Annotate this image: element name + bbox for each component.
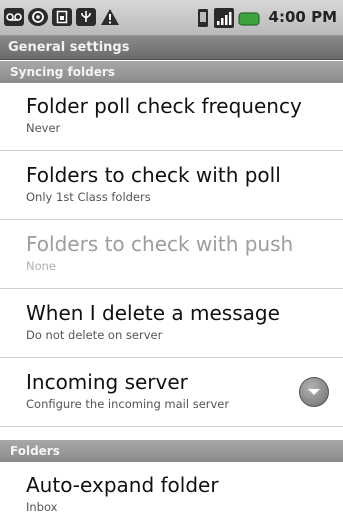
- sync-icon: [28, 8, 48, 26]
- clock: 4:00 PM: [268, 8, 337, 26]
- setting-summary: Do not delete on server: [26, 328, 163, 342]
- warning-icon: [100, 8, 120, 26]
- section-header-folders: Folders: [0, 440, 343, 462]
- setting-title: Folder poll check frequency: [26, 94, 302, 118]
- setting-title: Auto-expand folder: [26, 473, 219, 497]
- page-title: General settings: [0, 36, 343, 60]
- setting-title: Incoming server: [26, 370, 188, 394]
- setting-folder-poll-frequency[interactable]: Folder poll check frequency Never: [0, 83, 343, 151]
- battery-icon: [238, 11, 260, 26]
- setting-summary: None: [26, 259, 57, 273]
- setting-when-delete-message[interactable]: When I delete a message Do not delete on…: [0, 290, 343, 358]
- section-header-syncing-folders: Syncing folders: [0, 61, 343, 83]
- setting-summary: Only 1st Class folders: [26, 190, 151, 204]
- setting-summary: Configure the incoming mail server: [26, 397, 230, 411]
- setting-summary: Never: [26, 121, 61, 135]
- expand-chevron-icon[interactable]: [299, 377, 329, 407]
- setting-folders-check-with-poll[interactable]: Folders to check with poll Only 1st Clas…: [0, 152, 343, 220]
- setting-incoming-server[interactable]: Incoming server Configure the incoming m…: [0, 359, 343, 427]
- system-icons: [196, 8, 260, 28]
- setting-title: When I delete a message: [26, 301, 280, 325]
- sim-icon: [52, 8, 72, 26]
- setting-auto-expand-folder[interactable]: Auto-expand folder Inbox: [0, 462, 343, 519]
- usb-icon: [76, 8, 96, 26]
- vibrate-icon: [196, 8, 210, 28]
- setting-summary: Inbox: [26, 500, 58, 514]
- setting-title: Folders to check with poll: [26, 163, 281, 187]
- notification-icons: [4, 8, 120, 26]
- setting-title: Folders to check with push: [26, 232, 294, 256]
- signal-icon: [214, 8, 234, 28]
- status-bar: 4:00 PM: [0, 0, 343, 36]
- voicemail-icon: [4, 8, 24, 26]
- setting-folders-check-with-push: Folders to check with push None: [0, 221, 343, 289]
